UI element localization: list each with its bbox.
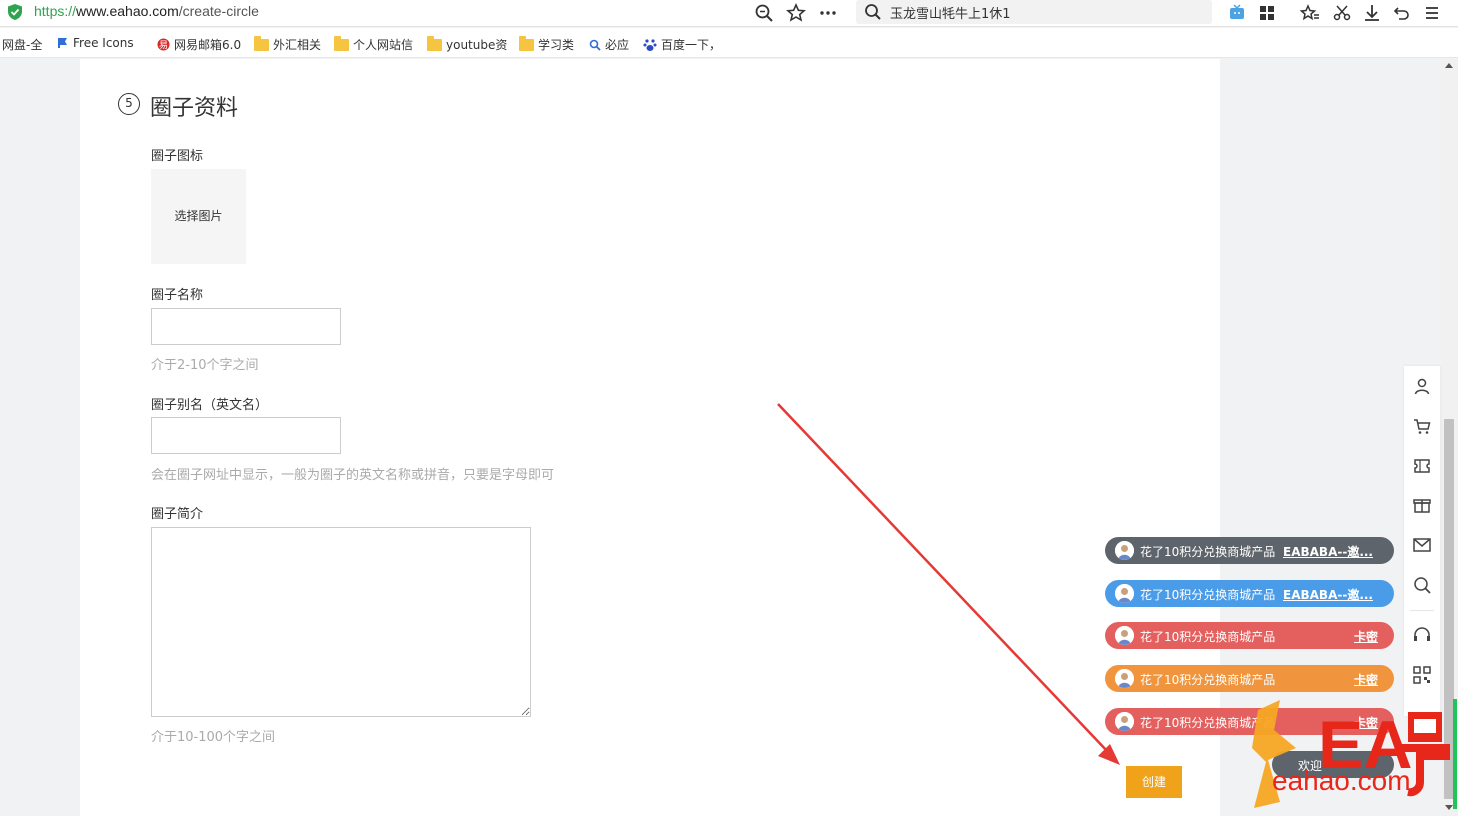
bookmark-item[interactable]: Free Icons — [57, 36, 134, 50]
notification-product-link[interactable]: 卡密 — [1354, 671, 1378, 688]
notification-item[interactable]: 花了10积分兑换商城产品 卡密 — [1105, 622, 1394, 649]
bookmark-item[interactable]: 易网易邮箱6.0 — [157, 36, 241, 53]
notification-item[interactable]: 花了10积分兑换商城产品 EABABA--邀... — [1105, 580, 1394, 607]
ticket-icon[interactable] — [1412, 456, 1432, 476]
bookmark-item[interactable]: 网盘-全 — [2, 36, 42, 53]
browser-search-box[interactable]: 玉龙雪山牦牛上1休1 — [856, 0, 1212, 24]
zoom-icon[interactable] — [754, 3, 774, 23]
section-title: 圈子资料 — [150, 96, 239, 121]
download-icon[interactable] — [1362, 3, 1382, 23]
notification-item[interactable]: 花了10积分兑换商城产品 EABABA--邀... — [1105, 537, 1394, 564]
tv-icon[interactable] — [1227, 3, 1247, 23]
search-icon — [865, 4, 881, 20]
menu-icon[interactable] — [1422, 3, 1442, 23]
notification-item[interactable]: 花了10积分兑换商城产品 卡密 — [1105, 665, 1394, 692]
bookmark-item[interactable]: 个人网站信 — [334, 35, 413, 53]
circle-intro-textarea[interactable] — [151, 527, 531, 717]
select-image-button[interactable]: 选择图片 — [151, 169, 246, 264]
eahao-watermark-logo: EA eahao.com — [1252, 700, 1450, 808]
notification-message: 花了10积分兑换商城产品 — [1140, 545, 1276, 559]
undo-icon[interactable] — [1392, 3, 1412, 23]
netease-icon: 易 — [157, 38, 170, 51]
notification-message: 花了10积分兑换商城产品 — [1140, 588, 1276, 602]
folder-icon — [334, 35, 349, 51]
circle-name-input[interactable] — [151, 308, 341, 345]
notification-message: 花了10积分兑换商城产品 — [1140, 673, 1276, 687]
scroll-indicator — [1453, 699, 1457, 809]
bookmark-item[interactable]: 百度一下， — [643, 36, 721, 53]
circle-alias-label: 圈子别名（英文名） — [151, 398, 269, 413]
url-field[interactable]: https://www.eahao.com/create-circle — [34, 3, 259, 19]
bookmark-item[interactable]: 外汇相关 — [254, 35, 321, 53]
bookmark-item[interactable]: 必应 — [589, 36, 629, 53]
folder-icon — [519, 35, 534, 51]
avatar-icon — [1115, 712, 1134, 731]
avatar-icon — [1115, 626, 1134, 645]
mail-icon[interactable] — [1412, 535, 1432, 555]
bookmark-item[interactable]: youtube资 — [427, 35, 507, 53]
circle-icon-label: 圈子图标 — [151, 149, 204, 164]
address-bar: https://www.eahao.com/create-circle 玉龙雪山… — [0, 0, 1458, 27]
notification-product-link[interactable]: EABABA--邀... — [1283, 586, 1373, 603]
toolbar-divider — [1410, 610, 1434, 611]
svg-text:易: 易 — [159, 40, 168, 51]
scroll-up-arrow[interactable] — [1445, 63, 1453, 68]
url-path: /create-circle — [178, 3, 259, 19]
scissors-icon[interactable] — [1332, 3, 1352, 23]
headset-icon[interactable] — [1412, 625, 1432, 645]
star-icon[interactable] — [786, 3, 806, 23]
page-area: 5 圈子资料 圈子图标 选择图片 圈子名称 介于2-10个字之间 圈子别名（英文… — [0, 59, 1441, 816]
bookmark-item[interactable]: 学习类 — [519, 35, 574, 53]
step-number: 5 — [118, 93, 140, 115]
avatar-icon — [1115, 584, 1134, 603]
apps-grid-icon[interactable] — [1257, 3, 1277, 23]
bookmarks-bar: 网盘-全 Free Icons 易网易邮箱6.0 外汇相关 个人网站信 yout… — [0, 28, 1458, 58]
circle-intro-label: 圈子简介 — [151, 507, 204, 522]
url-protocol: https:// — [34, 3, 77, 19]
secure-shield-icon — [8, 4, 22, 20]
baidu-icon — [643, 38, 657, 51]
avatar-icon — [1115, 669, 1134, 688]
cart-icon[interactable] — [1412, 416, 1432, 436]
notification-product-link[interactable]: EABABA--邀... — [1283, 543, 1373, 560]
gift-icon[interactable] — [1412, 495, 1432, 515]
circle-name-hint: 介于2-10个字之间 — [151, 358, 259, 373]
bing-search-icon — [589, 39, 601, 51]
circle-alias-hint: 会在圈子网址中显示，一般为圈子的英文名称或拼音，只要是字母即可 — [151, 468, 555, 483]
circle-alias-input[interactable] — [151, 417, 341, 454]
qrcode-icon[interactable] — [1412, 665, 1432, 685]
circle-intro-hint: 介于10-100个字之间 — [151, 730, 276, 745]
search-icon[interactable] — [1412, 575, 1432, 595]
url-host: www.eahao.com — [76, 3, 179, 19]
avatar-icon — [1115, 541, 1134, 560]
notification-product-link[interactable]: 卡密 — [1354, 628, 1378, 645]
user-icon[interactable] — [1412, 376, 1432, 396]
favorites-icon[interactable] — [1300, 3, 1320, 23]
flag-icon — [58, 38, 67, 48]
right-toolbar — [1404, 366, 1440, 716]
folder-icon — [254, 35, 269, 51]
more-icon[interactable] — [818, 3, 838, 23]
create-button[interactable]: 创建 — [1126, 766, 1182, 798]
circle-name-label: 圈子名称 — [151, 288, 204, 303]
create-circle-form: 5 圈子资料 圈子图标 选择图片 圈子名称 介于2-10个字之间 圈子别名（英文… — [80, 59, 1220, 816]
folder-icon — [427, 35, 442, 51]
svg-text:eahao.com: eahao.com — [1272, 765, 1411, 796]
notification-message: 花了10积分兑换商城产品 — [1140, 630, 1276, 644]
search-query: 玉龙雪山牦牛上1休1 — [890, 7, 1011, 22]
